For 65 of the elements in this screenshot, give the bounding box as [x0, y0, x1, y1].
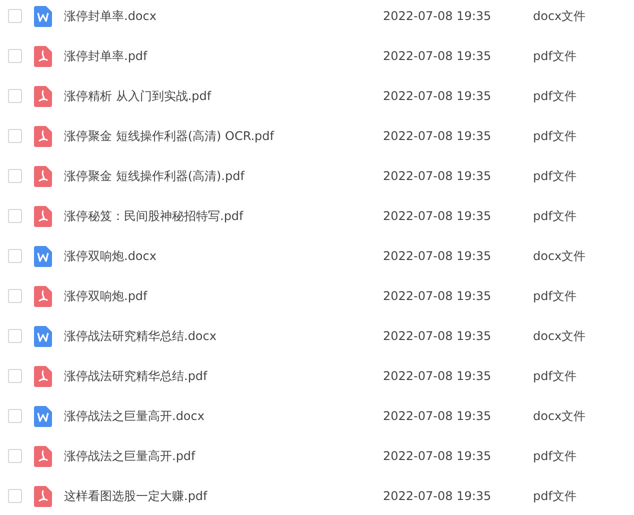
modified-date: 2022-07-08 19:35 — [383, 208, 492, 225]
pdf-document-icon — [34, 126, 52, 146]
modified-date: 2022-07-08 19:35 — [383, 288, 492, 305]
modified-date: 2022-07-08 19:35 — [383, 248, 492, 265]
word-document-icon — [34, 6, 52, 26]
modified-date: 2022-07-08 19:35 — [383, 368, 492, 385]
file-name[interactable]: 涨停封单率.docx — [64, 7, 383, 25]
file-name[interactable]: 这样看图选股一定大赚.pdf — [64, 487, 383, 505]
file-type: pdf文件 — [533, 48, 576, 65]
checkbox[interactable] — [8, 169, 22, 183]
checkbox[interactable] — [8, 49, 22, 63]
pdf-document-icon — [34, 46, 52, 66]
file-name[interactable]: 涨停聚金 短线操作利器(高清).pdf — [64, 167, 383, 185]
checkbox[interactable] — [8, 369, 22, 383]
file-type: pdf文件 — [533, 208, 576, 225]
modified-date: 2022-07-08 19:35 — [383, 408, 492, 425]
pdf-document-icon — [34, 486, 52, 506]
file-type: pdf文件 — [533, 368, 576, 385]
pdf-document-icon — [34, 286, 52, 306]
checkbox[interactable] — [8, 489, 22, 503]
pdf-document-icon — [34, 206, 52, 226]
checkbox[interactable] — [8, 9, 22, 23]
file-type: docx文件 — [533, 408, 586, 425]
file-type: pdf文件 — [533, 128, 576, 145]
checkbox[interactable] — [8, 129, 22, 143]
file-name[interactable]: 涨停聚金 短线操作利器(高清) OCR.pdf — [64, 127, 383, 145]
modified-date: 2022-07-08 19:35 — [383, 448, 492, 465]
checkbox[interactable] — [8, 209, 22, 223]
file-type: pdf文件 — [533, 288, 576, 305]
file-name[interactable]: 涨停秘笈：民间股神秘招特写.pdf — [64, 207, 383, 225]
pdf-document-icon — [34, 446, 52, 466]
file-type: pdf文件 — [533, 168, 576, 185]
file-type: docx文件 — [533, 328, 586, 345]
modified-date: 2022-07-08 19:35 — [383, 488, 492, 505]
file-type: docx文件 — [533, 8, 586, 25]
file-name[interactable]: 涨停战法之巨量高开.pdf — [64, 447, 383, 465]
file-type: pdf文件 — [533, 488, 576, 505]
file-name[interactable]: 涨停双响炮.pdf — [64, 287, 383, 305]
checkbox[interactable] — [8, 249, 22, 263]
modified-date: 2022-07-08 19:35 — [383, 48, 492, 65]
checkbox[interactable] — [8, 289, 22, 303]
modified-date: 2022-07-08 19:35 — [383, 88, 492, 105]
file-type: pdf文件 — [533, 448, 576, 465]
file-name[interactable]: 涨停战法研究精华总结.docx — [64, 327, 383, 345]
checkbox[interactable] — [8, 449, 22, 463]
word-document-icon — [34, 406, 52, 426]
pdf-document-icon — [34, 366, 52, 386]
word-document-icon — [34, 326, 52, 346]
checkbox[interactable] — [8, 329, 22, 343]
modified-date: 2022-07-08 19:35 — [383, 168, 492, 185]
checkbox[interactable] — [8, 409, 22, 423]
modified-date: 2022-07-08 19:35 — [383, 328, 492, 345]
modified-date: 2022-07-08 19:35 — [383, 8, 492, 25]
file-name[interactable]: 涨停战法之巨量高开.docx — [64, 407, 383, 425]
file-type: pdf文件 — [533, 88, 576, 105]
file-name[interactable]: 涨停双响炮.docx — [64, 247, 383, 265]
modified-date: 2022-07-08 19:35 — [383, 128, 492, 145]
pdf-document-icon — [34, 86, 52, 106]
word-document-icon — [34, 246, 52, 266]
file-name[interactable]: 涨停精析 从入门到实战.pdf — [64, 87, 383, 105]
file-name[interactable]: 涨停封单率.pdf — [64, 47, 383, 65]
file-type: docx文件 — [533, 248, 586, 265]
pdf-document-icon — [34, 166, 52, 186]
checkbox[interactable] — [8, 89, 22, 103]
file-name[interactable]: 涨停战法研究精华总结.pdf — [64, 367, 383, 385]
